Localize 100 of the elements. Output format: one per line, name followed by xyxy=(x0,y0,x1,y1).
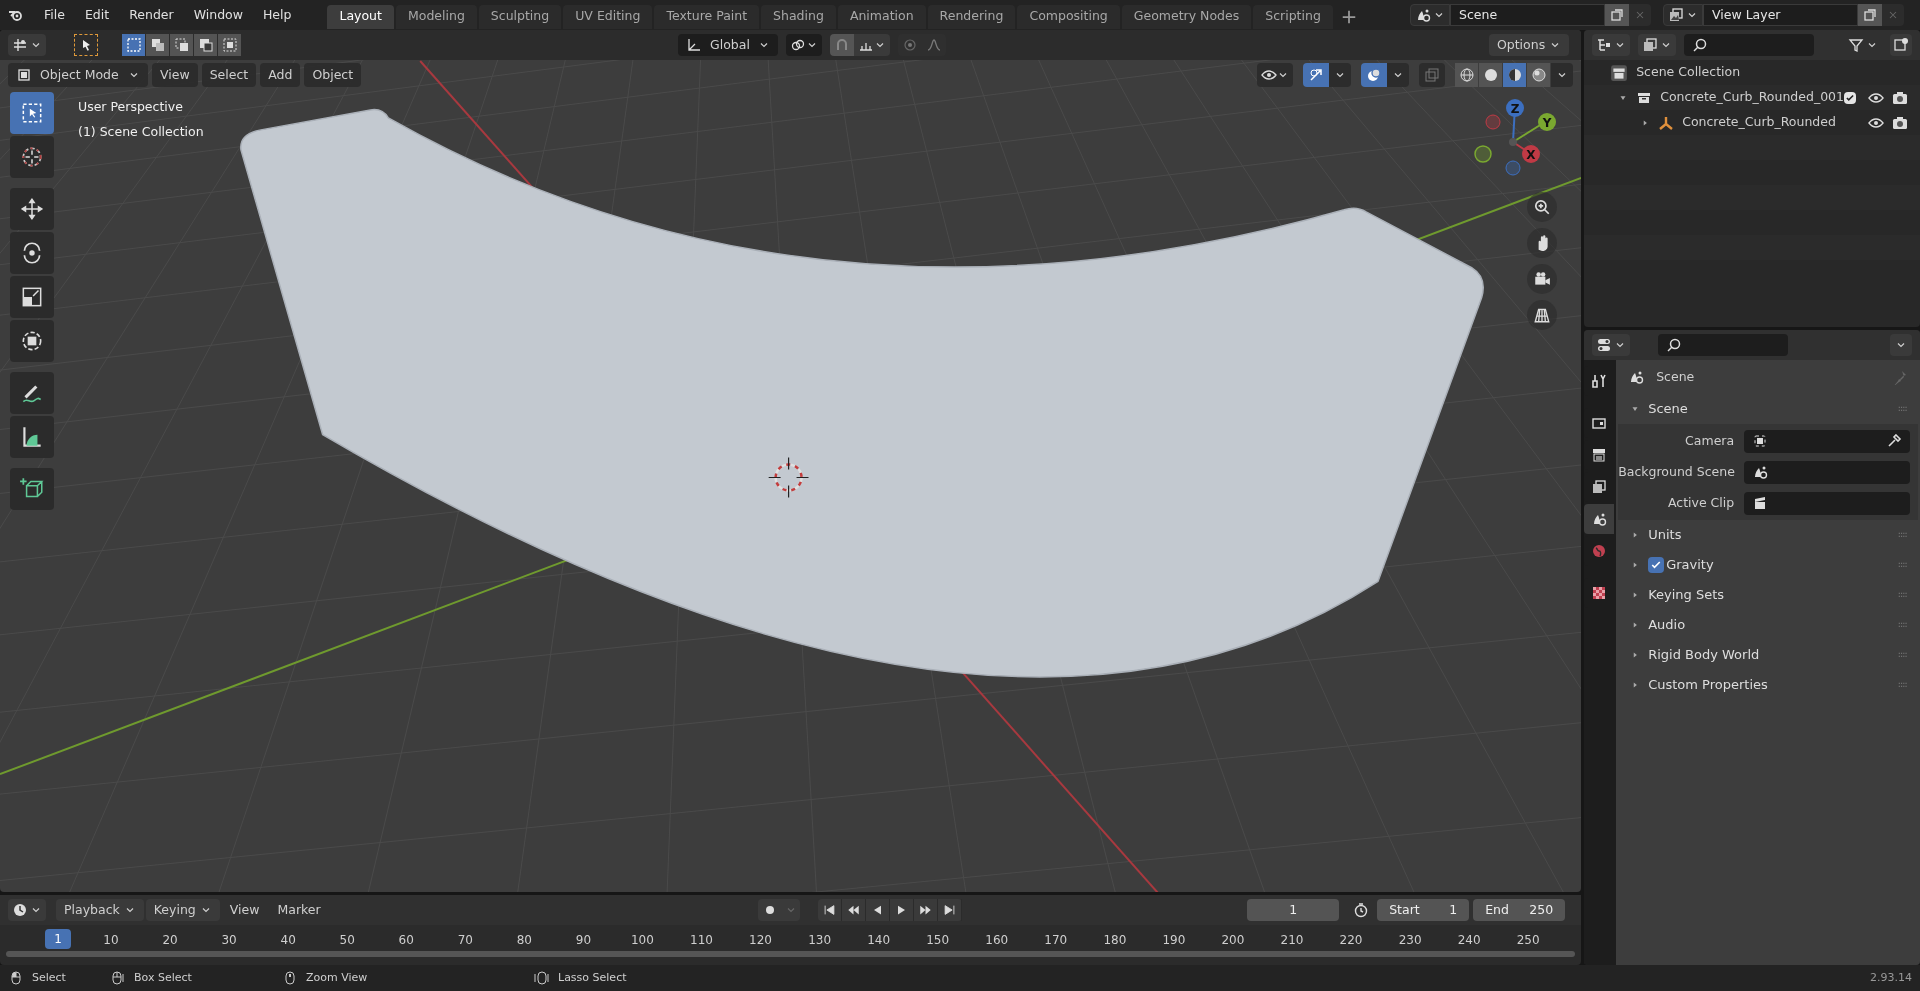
outliner-item[interactable]: Concrete_Curb_Rounded_001 xyxy=(1660,88,1844,107)
panel-header[interactable]: Gravity xyxy=(1666,555,1714,575)
navigation-button[interactable] xyxy=(1527,228,1558,258)
dropdown-button[interactable] xyxy=(1329,63,1352,87)
view-layer-selector[interactable]: View Layer xyxy=(1703,4,1858,26)
tool-button[interactable] xyxy=(10,188,54,230)
workspace-tab[interactable]: Rendering xyxy=(927,4,1016,29)
dropdown-button[interactable] xyxy=(1387,63,1410,87)
properties-tab[interactable] xyxy=(1584,504,1615,534)
panel-header[interactable]: Rigid Body World xyxy=(1648,645,1760,665)
outliner-item[interactable]: Concrete_Curb_Rounded xyxy=(1682,113,1836,132)
menu-item[interactable]: Help xyxy=(254,1,300,29)
selection-mode-button[interactable] xyxy=(170,34,194,56)
menu-item[interactable]: Marker xyxy=(269,899,329,921)
camera-icon[interactable] xyxy=(1892,89,1908,106)
menu-item[interactable]: Keying xyxy=(145,899,220,921)
tool-button[interactable] xyxy=(10,416,54,458)
camera-icon[interactable] xyxy=(1892,114,1908,131)
outliner-item[interactable]: Scene Collection xyxy=(1636,63,1741,82)
panel-header[interactable]: Scene xyxy=(1648,399,1688,419)
gizmo-toggle[interactable] xyxy=(1303,63,1330,87)
tool-button[interactable] xyxy=(10,372,54,414)
navigation-button[interactable] xyxy=(1527,192,1558,222)
editor-type-button[interactable] xyxy=(8,34,46,56)
shading-mode-button[interactable] xyxy=(1455,63,1480,87)
workspace-tab[interactable]: Scripting xyxy=(1253,4,1333,29)
menu-item[interactable]: Playback xyxy=(56,899,144,921)
mode-dropdown[interactable]: Object Mode xyxy=(8,63,148,87)
active-tool-button[interactable] xyxy=(74,34,98,56)
display-mode-dropdown[interactable] xyxy=(1638,34,1677,56)
workspace-tab[interactable]: Geometry Nodes xyxy=(1121,4,1252,29)
duplicate-button[interactable] xyxy=(1605,4,1629,26)
tools-icon xyxy=(1591,373,1608,389)
snap-dropdown[interactable] xyxy=(854,34,890,56)
navigation-button[interactable] xyxy=(1527,264,1558,294)
search-field[interactable] xyxy=(1684,34,1815,56)
dropdown-button[interactable] xyxy=(1551,63,1574,87)
menu-item[interactable]: Object xyxy=(304,63,362,87)
object-field[interactable] xyxy=(1744,460,1910,484)
scene-selector[interactable]: Scene xyxy=(1450,4,1605,26)
overlay-toggle[interactable] xyxy=(1361,63,1388,87)
menu-item[interactable]: Select xyxy=(201,63,257,87)
options-dropdown[interactable]: Options xyxy=(1488,34,1570,56)
search-field[interactable] xyxy=(1658,334,1789,356)
tool-button[interactable] xyxy=(10,92,54,134)
visibility-dropdown[interactable] xyxy=(1257,63,1294,87)
xray-toggle[interactable] xyxy=(1419,63,1446,87)
shading-mode-button[interactable] xyxy=(1503,63,1528,87)
shading-mode-button[interactable] xyxy=(1527,63,1552,87)
frame-range-field[interactable]: End 250 xyxy=(1473,899,1566,921)
panel-header[interactable]: Custom Properties xyxy=(1648,675,1768,695)
editor-type-button[interactable] xyxy=(1592,334,1631,356)
frame-range-field[interactable]: Start 1 xyxy=(1377,899,1470,921)
transform-orientation-dropdown[interactable]: Global xyxy=(678,34,778,56)
workspace-tab[interactable]: Modeling xyxy=(395,4,477,29)
menu-item[interactable]: File xyxy=(36,1,73,29)
playhead-frame[interactable]: 1 xyxy=(45,929,71,949)
editor-type-button[interactable] xyxy=(1592,34,1631,56)
exclude-checkbox[interactable] xyxy=(1844,91,1856,104)
menu-item[interactable]: Edit xyxy=(76,1,118,29)
data-block-menu-button[interactable] xyxy=(1410,4,1450,26)
workspace-tab[interactable]: Compositing xyxy=(1017,4,1120,29)
object-field[interactable] xyxy=(1744,491,1910,515)
panel-header[interactable]: Keying Sets xyxy=(1648,585,1725,605)
workspace-tab[interactable]: Layout xyxy=(327,4,394,29)
pivot-dropdown[interactable] xyxy=(786,34,822,56)
scrollbar[interactable] xyxy=(6,951,1576,957)
selection-mode-button[interactable] xyxy=(146,34,170,56)
navigation-gizmo[interactable]: Z Y X xyxy=(1469,98,1562,182)
tool-button[interactable] xyxy=(10,136,54,178)
selection-mode-button[interactable] xyxy=(218,34,242,56)
panel-header[interactable]: Units xyxy=(1648,525,1682,545)
object-field[interactable] xyxy=(1744,429,1910,453)
panel-header[interactable]: Audio xyxy=(1648,615,1686,635)
selection-mode-button[interactable] xyxy=(122,34,146,56)
dropdown-button[interactable] xyxy=(1890,334,1912,356)
tool-button[interactable] xyxy=(10,232,54,274)
workspace-tab[interactable]: Shading xyxy=(761,4,836,29)
tool-button[interactable] xyxy=(10,276,54,318)
editor-type-button[interactable] xyxy=(8,899,46,921)
menu-item[interactable]: Add xyxy=(260,63,301,87)
shading-mode-button[interactable] xyxy=(1479,63,1504,87)
checkbox[interactable] xyxy=(1648,557,1665,573)
menu-item[interactable]: View xyxy=(152,63,198,87)
menu-item[interactable]: View xyxy=(221,899,268,921)
workspace-tab[interactable]: Texture Paint xyxy=(654,4,760,29)
workspace-tab[interactable]: Sculpting xyxy=(478,4,562,29)
workspace-tab[interactable]: Animation xyxy=(837,4,926,29)
tool-button[interactable] xyxy=(10,320,54,362)
tool-button[interactable] xyxy=(10,468,54,510)
selection-mode-button[interactable] xyxy=(194,34,218,56)
workspace-tab[interactable]: UV Editing xyxy=(563,4,653,29)
new-collection-icon[interactable] xyxy=(1890,34,1912,56)
navigation-button[interactable] xyxy=(1527,300,1558,330)
menu-item[interactable]: Window xyxy=(185,1,251,29)
data-block-menu-button[interactable] xyxy=(1663,4,1703,26)
duplicate-button[interactable] xyxy=(1858,4,1882,26)
mouse-icon xyxy=(282,970,298,986)
current-frame-field[interactable]: 1 xyxy=(1247,899,1340,921)
menu-item[interactable]: Render xyxy=(121,1,182,29)
